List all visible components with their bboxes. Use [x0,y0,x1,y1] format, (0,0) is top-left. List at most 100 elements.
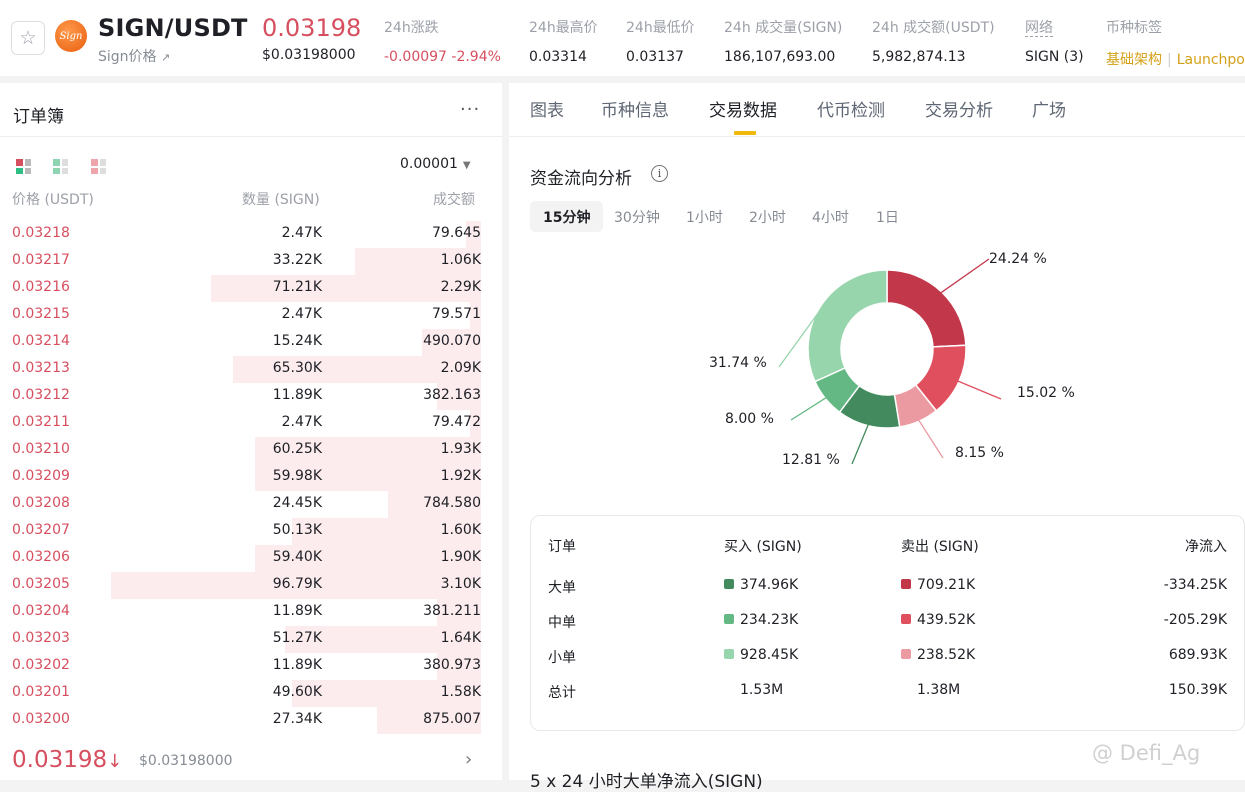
view-sell-icon[interactable] [91,159,106,174]
active-tab-indicator [734,131,756,135]
stat-label: 24h最高价 [529,20,598,36]
orderbook-row[interactable]: 0.03209 59.98K 1.92K [0,464,502,491]
timeframe-1d[interactable]: 1日 [863,201,912,232]
row-price: 0.03218 [12,225,70,241]
slice-label: 15.02 % [1017,385,1075,401]
orderbook-row[interactable]: 0.03204 11.89K 381.211 [0,599,502,626]
header-buy: 买入 (SIGN) [724,539,802,555]
legend-swatch [724,579,734,589]
flow-row-name-text: 大单 [548,580,576,596]
col-qty: 数量 (SIGN) [242,192,320,208]
timeframe-2h[interactable]: 2小时 [736,201,799,232]
orderbook-title: 订单簿 [13,107,64,127]
row-price: 0.03202 [12,657,70,673]
orderbook-row[interactable]: 0.03200 27.34K 875.007 [0,707,502,734]
timeframe-1h[interactable]: 1小时 [673,201,736,232]
row-qty: 59.98K [272,468,322,484]
orderbook-row[interactable]: 0.03215 2.47K 79.571 [0,302,502,329]
chevron-right-icon[interactable]: › [465,749,472,770]
orderbook-row[interactable]: 0.03207 50.13K 1.60K [0,518,502,545]
section-title: 资金流向分析 [530,169,632,189]
orderbook-row[interactable]: 0.03212 11.89K 382.163 [0,383,502,410]
arrow-down-icon: ↓ [107,751,123,772]
row-total: 1.58K [440,684,481,700]
stat-low: 24h最低价 0.03137 [626,17,695,65]
timeframe-30m[interactable]: 30分钟 [601,201,673,232]
orderbook-row[interactable]: 0.03201 49.60K 1.58K [0,680,502,707]
col-price: 价格 (USDT) [12,192,94,208]
caret-down-icon: ▼ [462,160,471,171]
tab-square[interactable]: 广场 [1032,96,1066,121]
orderbook-last-price[interactable]: 0.03198↓ [12,747,122,773]
stat-network[interactable]: 网络 SIGN (3) [1025,17,1084,65]
stat-label: 24h 成交额(USDT) [872,20,995,36]
star-icon[interactable]: ☆ [11,21,45,55]
orderbook-row[interactable]: 0.03205 96.79K 3.10K [0,572,502,599]
info-icon[interactable]: i [651,165,668,182]
row-price: 0.03208 [12,495,70,511]
orderbook-row[interactable]: 0.03213 65.30K 2.09K [0,356,502,383]
tab-token-check[interactable]: 代币检测 [817,96,885,121]
row-price: 0.03216 [12,279,70,295]
orderbook-row[interactable]: 0.03203 51.27K 1.64K [0,626,502,653]
orderbook-row[interactable]: 0.03214 15.24K 490.070 [0,329,502,356]
view-buy-icon[interactable] [53,159,68,174]
orderbook-row[interactable]: 0.03218 2.47K 79.645 [0,221,502,248]
orderbook-row[interactable]: 0.03210 60.25K 1.93K [0,437,502,464]
network-value: SIGN (3) [1025,49,1084,65]
row-price: 0.03209 [12,468,70,484]
header-order: 订单 [548,539,576,555]
row-qty: 2.47K [281,225,322,241]
row-qty: 50.13K [272,522,322,538]
flow-row-name: 总计 [548,682,576,702]
more-icon[interactable]: ··· [460,99,480,120]
row-total: 1.90K [440,549,481,565]
row-price: 0.03210 [12,441,70,457]
tags-label: 币种标签 [1106,20,1162,36]
view-both-icon[interactable] [16,159,31,174]
precision-select[interactable]: 0.00001 ▼ [400,156,471,172]
row-price: 0.03206 [12,549,70,565]
flow-row-net: 689.93K [1169,647,1227,663]
tab-trade-analysis[interactable]: 交易分析 [925,96,993,121]
row-qty: 11.89K [272,603,322,619]
flow-row-sell: 238.52K [901,647,975,663]
row-price: 0.03200 [12,711,70,727]
orderbook-row[interactable]: 0.03208 24.45K 784.580 [0,491,502,518]
tag-infrastructure[interactable]: 基础架构 [1106,52,1162,68]
stat-label: 24h涨跌 [384,20,439,36]
tab-coin-info[interactable]: 币种信息 [601,96,669,121]
flow-row-net-text: -205.29K [1163,612,1227,628]
flow-row-buy: 374.96K [724,577,798,593]
tab-trading-data[interactable]: 交易数据 [709,96,777,121]
orderbook-row[interactable]: 0.03217 33.22K 1.06K [0,248,502,275]
stat-value: 0.03314 [529,49,587,65]
leader-line [851,423,870,465]
orderbook-row[interactable]: 0.03216 71.21K 2.29K [0,275,502,302]
flow-row-buy-text: 928.45K [740,647,799,663]
slice-label: 24.24 % [989,251,1047,267]
row-qty: 49.60K [272,684,322,700]
tag-launchpool[interactable]: Launchpool [1177,52,1245,68]
orderbook-row[interactable]: 0.03211 2.47K 79.472 [0,410,502,437]
stat-value: 186,107,693.00 [724,49,836,65]
flow-row-sell: 439.52K [901,612,975,628]
price-page-link[interactable]: Sign价格 ↗ [98,46,170,66]
flow-row-sell: 1.38M [917,682,960,698]
leader-line [956,380,1002,400]
timeframe-4h[interactable]: 4小时 [799,201,862,232]
orderbook-row[interactable]: 0.03202 11.89K 380.973 [0,653,502,680]
col-total: 成交额 [433,192,475,208]
row-price: 0.03203 [12,630,70,646]
flow-row-name: 小单 [548,647,576,667]
flow-row-buy-text: 1.53M [740,682,784,698]
row-total: 1.06K [440,252,481,268]
moneyflow-donut-chart: 24.24 % 15.02 % 8.15 % 12.81 % 8.00 % 31.74 % [509,233,1245,493]
tab-chart[interactable]: 图表 [530,96,564,121]
orderbook-row[interactable]: 0.03206 59.40K 1.90K [0,545,502,572]
donut-slice[interactable] [807,269,888,383]
row-price: 0.03201 [12,684,70,700]
row-price: 0.03217 [12,252,70,268]
timeframe-15m[interactable]: 15分钟 [530,201,604,232]
donut-slice[interactable] [886,269,967,348]
